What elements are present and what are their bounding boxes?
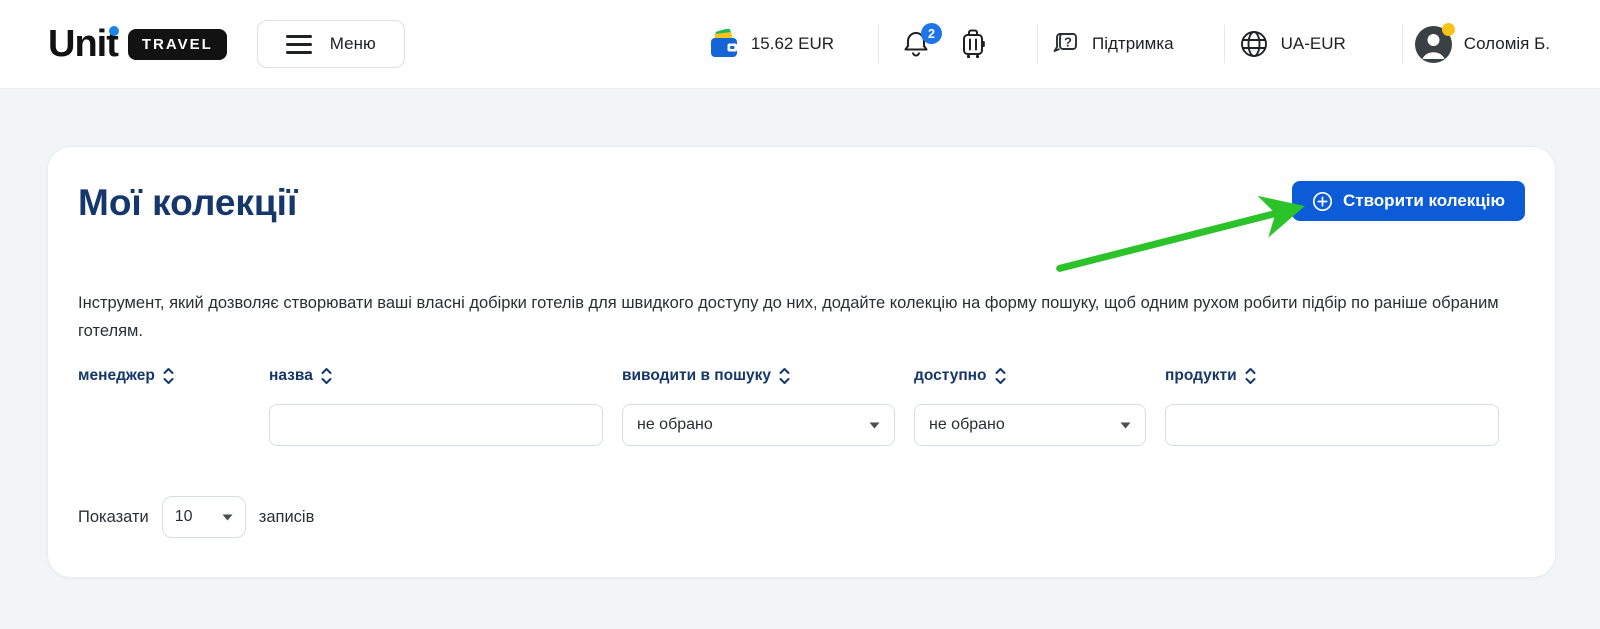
notifications-button[interactable]: 2 xyxy=(901,29,931,59)
logo-blue-dot xyxy=(109,26,119,36)
hamburger-icon xyxy=(286,35,312,54)
logo-travel-badge: TRAVEL xyxy=(128,29,227,60)
show-label: Показати xyxy=(78,508,149,527)
notifications-count-badge: 2 xyxy=(921,23,942,44)
page-size-select[interactable]: 10 xyxy=(162,496,246,538)
column-header-available[interactable]: доступно xyxy=(914,361,1146,391)
globe-icon xyxy=(1239,29,1269,59)
column-manager: менеджер xyxy=(78,361,250,446)
user-menu[interactable]: Соломія Б. xyxy=(1415,26,1550,63)
plus-circle-icon xyxy=(1312,191,1333,212)
collections-card: Мої колекції Створити колекцію Інструмен… xyxy=(47,146,1556,578)
name-filter-input[interactable] xyxy=(269,404,603,446)
divider xyxy=(1224,25,1225,63)
menu-label: Меню xyxy=(330,34,376,54)
logo-unit-text: Unit xyxy=(48,25,118,63)
divider xyxy=(878,25,879,63)
divider xyxy=(1037,25,1038,63)
column-products: продукти xyxy=(1165,361,1499,446)
column-header-show-in-search[interactable]: виводити в пошуку xyxy=(622,361,895,391)
caret-down-icon xyxy=(869,422,880,429)
page-size-control: Показати 10 записів xyxy=(78,496,1525,538)
locale-currency-button[interactable]: UA-EUR xyxy=(1239,29,1346,59)
column-show-in-search: виводити в пошуку не обрано xyxy=(622,361,895,446)
available-filter-select[interactable]: не обрано xyxy=(914,404,1146,446)
page-description: Інструмент, який дозволяє створювати ваш… xyxy=(78,289,1518,345)
products-filter-input[interactable] xyxy=(1165,404,1499,446)
wallet-balance-amount: 15.62 EUR xyxy=(751,34,834,54)
user-name: Соломія Б. xyxy=(1464,34,1550,54)
caret-down-icon xyxy=(1120,422,1131,429)
sort-icon xyxy=(778,366,791,386)
support-button[interactable]: ? Підтримка xyxy=(1050,28,1174,60)
wallet-balance-button[interactable]: 15.62 EUR xyxy=(709,29,834,59)
locale-label: UA-EUR xyxy=(1281,34,1346,54)
wallet-icon xyxy=(709,29,741,59)
svg-text:?: ? xyxy=(1064,35,1072,50)
page-body: Мої колекції Створити колекцію Інструмен… xyxy=(0,146,1600,629)
sort-icon xyxy=(162,366,175,386)
luggage-button[interactable] xyxy=(959,28,987,60)
divider xyxy=(1402,25,1403,63)
sort-icon xyxy=(994,366,1007,386)
collections-table-filters: менеджер назва виводити в пошуку xyxy=(78,361,1525,446)
sort-icon xyxy=(1244,366,1257,386)
column-header-products[interactable]: продукти xyxy=(1165,361,1499,391)
page-title: Мої колекції xyxy=(78,181,297,225)
logo[interactable]: Unit TRAVEL xyxy=(48,25,227,63)
top-navbar: Unit TRAVEL Меню 15.62 EUR 2 xyxy=(0,0,1600,89)
avatar-icon xyxy=(1415,26,1452,63)
show-in-search-filter-select[interactable]: не обрано xyxy=(622,404,895,446)
create-collection-label: Створити колекцію xyxy=(1343,191,1505,211)
records-label: записів xyxy=(259,508,315,527)
topbar-right-group: 15.62 EUR 2 xyxy=(709,25,1550,63)
caret-down-icon xyxy=(222,514,233,521)
create-collection-button[interactable]: Створити колекцію xyxy=(1292,181,1525,221)
column-available: доступно не обрано xyxy=(914,361,1146,446)
card-header: Мої колекції Створити колекцію xyxy=(78,181,1525,225)
suitcase-icon xyxy=(959,28,987,60)
column-header-manager[interactable]: менеджер xyxy=(78,361,250,391)
support-label: Підтримка xyxy=(1092,34,1174,54)
chat-question-icon: ? xyxy=(1050,28,1082,60)
column-name: назва xyxy=(269,361,603,446)
avatar-status-dot xyxy=(1442,23,1455,36)
menu-button[interactable]: Меню xyxy=(257,20,405,68)
sort-icon xyxy=(320,366,333,386)
column-header-name[interactable]: назва xyxy=(269,361,603,391)
